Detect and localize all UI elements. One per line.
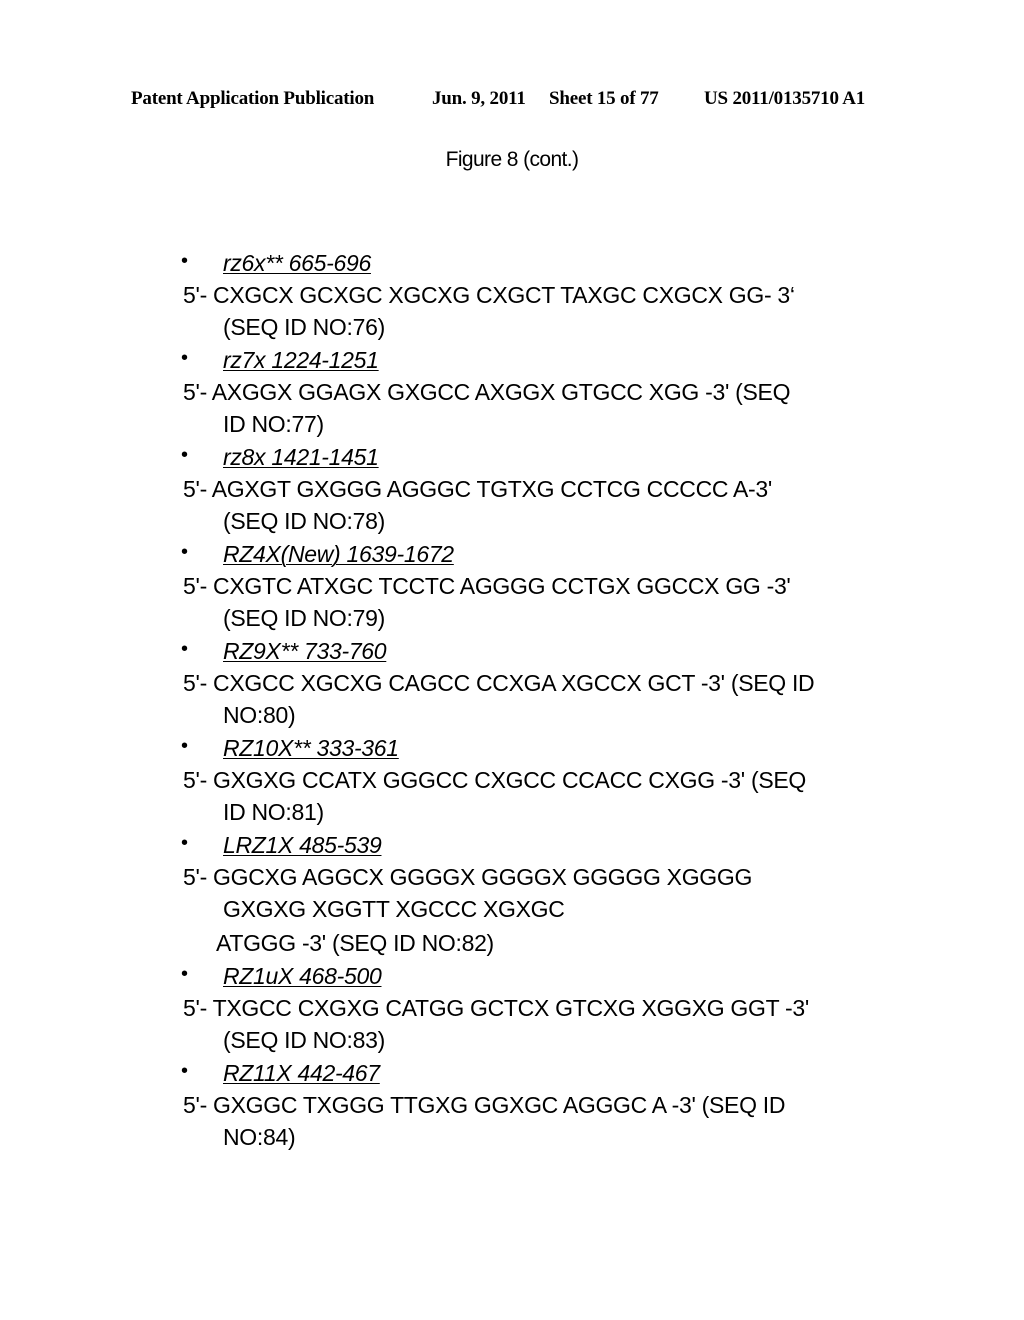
bullet-icon: •: [181, 1060, 188, 1082]
sequence-line: ATGGG -3' (SEQ ID NO:82): [216, 930, 494, 956]
bullet-icon: •: [181, 832, 188, 854]
sequence-line: 5'- AXGGX GGAGX GXGCC AXGGX GTGCC XGG -3…: [183, 379, 791, 405]
publication-type: Patent Application Publication: [131, 88, 375, 109]
sequence-label: rz6x** 665-696: [223, 250, 371, 276]
sequence-line: 5'- AGXGT GXGGG AGGGC TGTXG CCTCG CCCCC …: [183, 476, 772, 502]
sequence-label: RZ4X(New) 1639-1672: [223, 541, 454, 567]
publication-number: US 2011/0135710 A1: [704, 88, 866, 109]
sequence-line: (SEQ ID NO:76): [223, 314, 385, 340]
sequence-line: 5'- CXGCX GCXGC XGCXG CXGCT TAXGC CXGCX …: [183, 282, 795, 308]
sequence-label: RZ1uX 468-500: [223, 963, 382, 989]
sequence-line: ID NO:81): [223, 799, 324, 825]
sequence-line: NO:80): [223, 702, 296, 728]
bullet-icon: •: [181, 250, 188, 272]
bullet-icon: •: [181, 963, 188, 985]
sequence-line: 5'- TXGCC CXGXG CATGG GCTCX GTCXG XGGXG …: [183, 995, 809, 1021]
bullet-icon: •: [181, 541, 188, 563]
sheet-number: Sheet 15 of 77: [549, 88, 659, 109]
bullet-icon: •: [181, 735, 188, 757]
sequence-label: rz8x 1421-1451: [223, 444, 379, 470]
sequence-line: 5'- GXGGC TXGGG TTGXG GGXGC AGGGC A -3' …: [183, 1092, 786, 1118]
sequence-line: 5'- CXGCC XGCXG CAGCC CCXGA XGCCX GCT -3…: [183, 670, 815, 696]
sequence-line: (SEQ ID NO:83): [223, 1027, 385, 1053]
sequence-label: RZ11X 442-467: [223, 1060, 380, 1086]
sequence-line: 5'- GGCXG AGGCX GGGGX GGGGX GGGGG XGGGG: [183, 864, 753, 890]
figure-title: Figure 8 (cont.): [445, 148, 579, 171]
sequence-label: RZ9X** 733-760: [223, 638, 387, 664]
sequence-line: ID NO:77): [223, 411, 324, 437]
sequence-line: 5'- GXGXG CCATX GGGCC CXGCC CCACC CXGG -…: [183, 767, 806, 793]
sequence-label: LRZ1X 485-539: [223, 832, 382, 858]
bullet-icon: •: [181, 444, 188, 466]
sequence-line: GXGXG XGGTT XGCCC XGXGC: [223, 896, 565, 922]
sequence-line: (SEQ ID NO:79): [223, 605, 385, 631]
sequence-line: NO:84): [223, 1124, 296, 1150]
sequence-label: rz7x 1224-1251: [223, 347, 379, 373]
page-header: Patent Application Publication Jun. 9, 2…: [131, 88, 891, 114]
bullet-icon: •: [181, 347, 188, 369]
bullet-icon: •: [181, 638, 188, 660]
sequence-line: (SEQ ID NO:78): [223, 508, 385, 534]
sequence-line: 5'- CXGTC ATXGC TCCTC AGGGG CCTGX GGCCX …: [183, 573, 791, 599]
sequence-label: RZ10X** 333-361: [223, 735, 399, 761]
publication-date: Jun. 9, 2011: [432, 88, 526, 109]
